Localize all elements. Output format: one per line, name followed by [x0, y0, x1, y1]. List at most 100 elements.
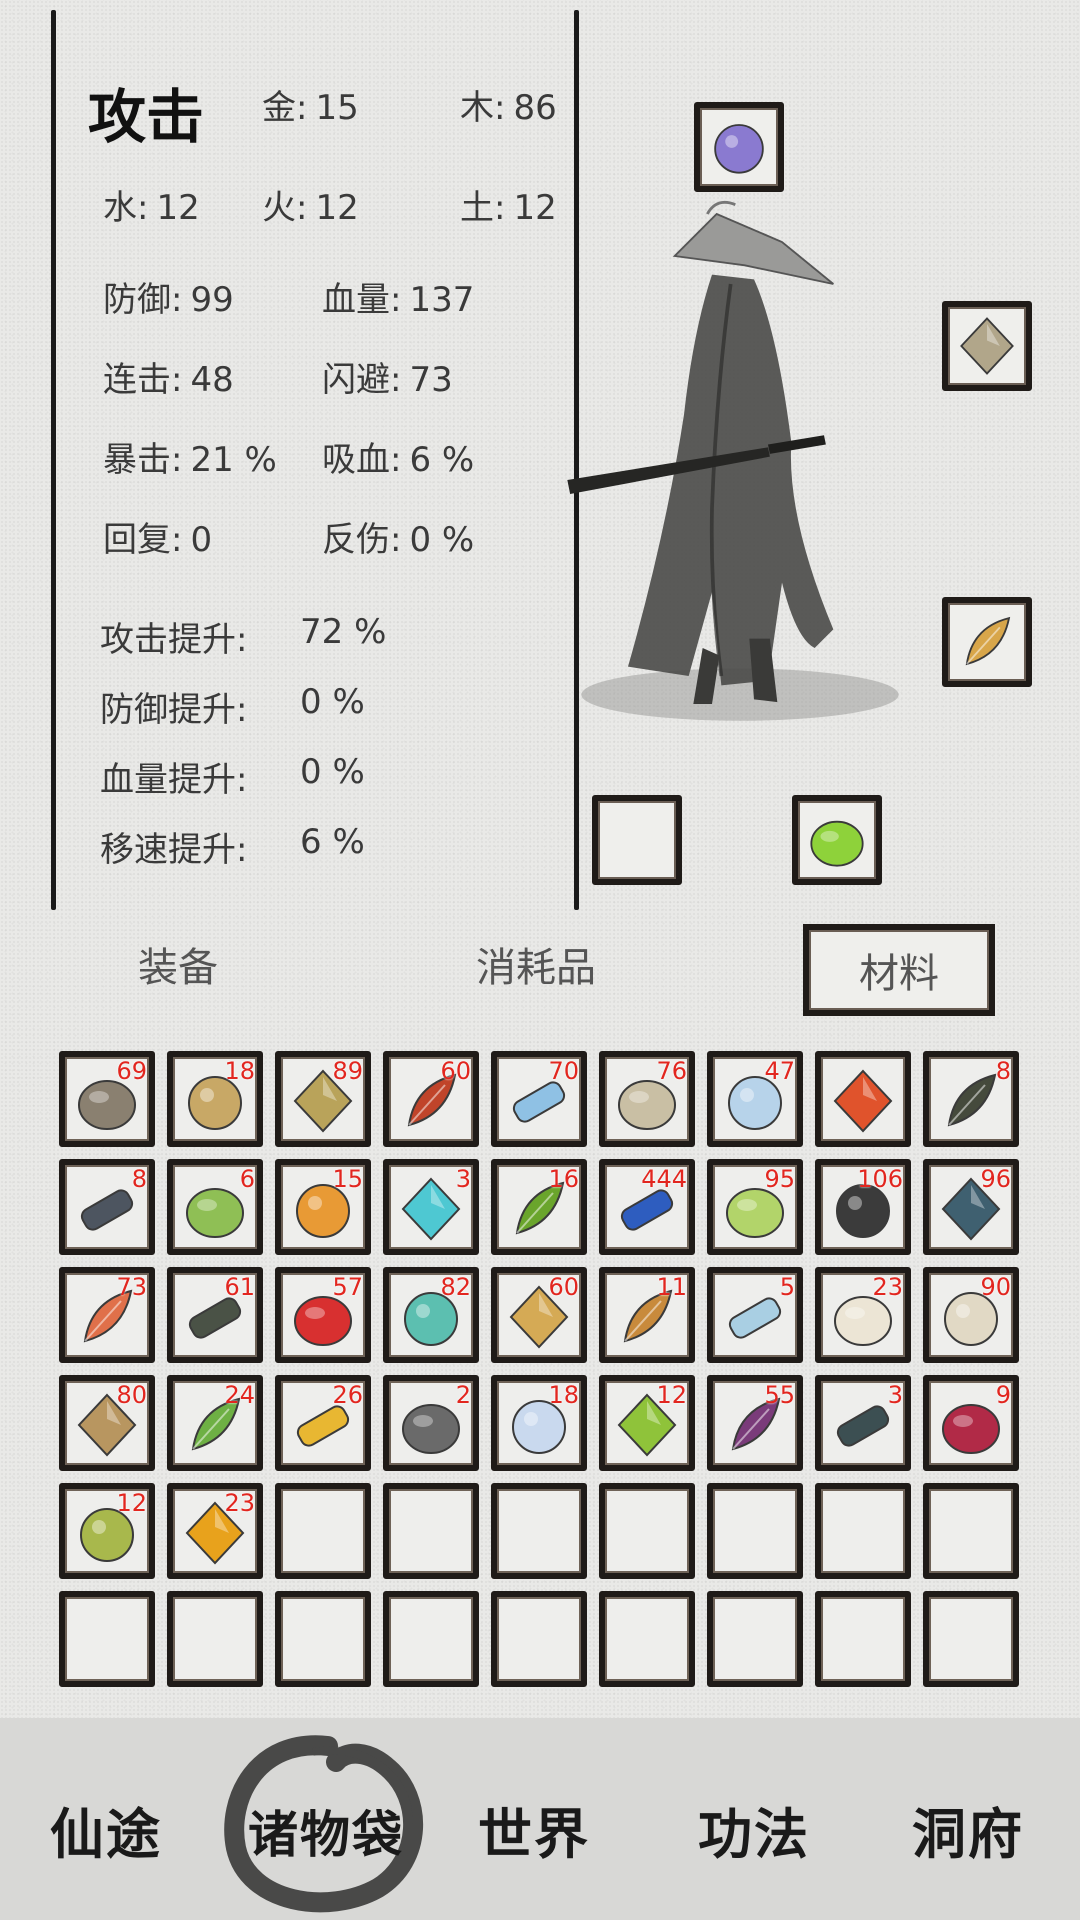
- stat-separator: :: [236, 690, 248, 730]
- item-count: 6: [239, 1165, 255, 1193]
- item-count: 9: [995, 1381, 1011, 1409]
- inventory-slot[interactable]: 76: [599, 1051, 695, 1147]
- inventory-slot[interactable]: 82: [383, 1267, 479, 1363]
- inventory-slot[interactable]: 70: [491, 1051, 587, 1147]
- equipment-slot-top[interactable]: [694, 102, 784, 192]
- inventory-slot[interactable]: 3: [383, 1159, 479, 1255]
- stat-mu: 木: 86: [460, 80, 557, 129]
- stat-value: 0 %: [300, 682, 365, 722]
- inventory-slot[interactable]: 444: [599, 1159, 695, 1255]
- inventory-slot[interactable]: 18: [491, 1375, 587, 1471]
- stat-value: 15: [315, 88, 359, 128]
- inventory-slot[interactable]: 57: [275, 1267, 371, 1363]
- tab-equipment[interactable]: 装备: [138, 935, 218, 993]
- stat-shanbi: 闪避: 73: [322, 352, 453, 401]
- inventory-slot[interactable]: 95: [707, 1159, 803, 1255]
- inventory-slot[interactable]: 6: [167, 1159, 263, 1255]
- stat-fangyu: 防御: 99: [103, 272, 234, 321]
- stat-jin: 金: 15: [262, 80, 359, 129]
- inventory-slot[interactable]: 96: [923, 1159, 1019, 1255]
- inventory-slot[interactable]: 60: [383, 1051, 479, 1147]
- stat-value: 99: [190, 280, 234, 320]
- inventory-slot[interactable]: [599, 1483, 695, 1579]
- inventory-slot[interactable]: [383, 1591, 479, 1687]
- inventory-slot[interactable]: [275, 1483, 371, 1579]
- nav-gongfa[interactable]: 功法: [698, 1790, 810, 1869]
- tab-consumables[interactable]: 消耗品: [476, 935, 596, 993]
- inventory-slot[interactable]: 12: [599, 1375, 695, 1471]
- inventory-slot[interactable]: [491, 1483, 587, 1579]
- item-count: 12: [656, 1381, 687, 1409]
- inventory-slot[interactable]: 69: [59, 1051, 155, 1147]
- inventory-slot[interactable]: 55: [707, 1375, 803, 1471]
- inventory-slot[interactable]: [923, 1591, 1019, 1687]
- inventory-slot[interactable]: 47: [707, 1051, 803, 1147]
- inventory-slot[interactable]: [491, 1591, 587, 1687]
- inventory-slot[interactable]: 3: [815, 1375, 911, 1471]
- boots-icon: [804, 807, 870, 873]
- inventory-slot[interactable]: [707, 1591, 803, 1687]
- equipment-slot-right-top[interactable]: [942, 301, 1032, 391]
- inventory-slot[interactable]: 60: [491, 1267, 587, 1363]
- inventory-slot[interactable]: 24: [167, 1375, 263, 1471]
- inventory-slot[interactable]: 23: [167, 1483, 263, 1579]
- item-count: 96: [980, 1165, 1011, 1193]
- item-count: 18: [224, 1057, 255, 1085]
- inventory-slot[interactable]: [599, 1591, 695, 1687]
- inventory-slot[interactable]: [167, 1591, 263, 1687]
- inventory-slot[interactable]: 2: [383, 1375, 479, 1471]
- stat-fangyu-up: 防御提升: 0 %: [100, 682, 365, 731]
- nav-xiantu[interactable]: 仙途: [50, 1790, 162, 1869]
- nav-dongfu[interactable]: 洞府: [912, 1790, 1024, 1869]
- inventory-slot[interactable]: 61: [167, 1267, 263, 1363]
- stat-separator: :: [494, 88, 506, 128]
- inventory-slot[interactable]: 8: [59, 1159, 155, 1255]
- item-count: 73: [116, 1273, 147, 1301]
- item-count: 24: [224, 1381, 255, 1409]
- inventory-slot[interactable]: 5: [707, 1267, 803, 1363]
- inventory-slot[interactable]: [815, 1051, 911, 1147]
- tab-materials[interactable]: 材料: [803, 924, 995, 1016]
- item-count: 8: [131, 1165, 147, 1193]
- inventory-slot[interactable]: 16: [491, 1159, 587, 1255]
- inventory-slot[interactable]: [923, 1483, 1019, 1579]
- nav-shijie[interactable]: 世界: [478, 1790, 590, 1869]
- inventory-slot[interactable]: 106: [815, 1159, 911, 1255]
- inventory-slot[interactable]: 90: [923, 1267, 1019, 1363]
- equipment-slot-bottom-right[interactable]: [792, 795, 882, 885]
- inventory-slot[interactable]: [275, 1591, 371, 1687]
- inventory-slot[interactable]: 26: [275, 1375, 371, 1471]
- inventory-slot[interactable]: [707, 1483, 803, 1579]
- inventory-slot[interactable]: 18: [167, 1051, 263, 1147]
- stat-xixue: 吸血: 6 %: [322, 432, 474, 481]
- inventory-slot[interactable]: [383, 1483, 479, 1579]
- item-count: 76: [656, 1057, 687, 1085]
- item-count: 23: [872, 1273, 903, 1301]
- inventory-slot[interactable]: 89: [275, 1051, 371, 1147]
- inventory-slot[interactable]: 9: [923, 1375, 1019, 1471]
- inventory-slot[interactable]: [815, 1591, 911, 1687]
- stat-separator: :: [390, 440, 402, 480]
- nav-zhuwudai[interactable]: 诸物袋: [248, 1795, 404, 1867]
- stat-separator: :: [236, 830, 248, 870]
- vase-icon: [954, 609, 1020, 675]
- equipment-slot-bottom-left[interactable]: [592, 795, 682, 885]
- item-count: 47: [764, 1057, 795, 1085]
- inventory-slot[interactable]: 12: [59, 1483, 155, 1579]
- item-count: 90: [980, 1273, 1011, 1301]
- inventory-slot[interactable]: 73: [59, 1267, 155, 1363]
- inventory-slot[interactable]: [815, 1483, 911, 1579]
- inventory-slot[interactable]: 23: [815, 1267, 911, 1363]
- inventory-slot[interactable]: 8: [923, 1051, 1019, 1147]
- inventory-slot[interactable]: 11: [599, 1267, 695, 1363]
- inventory-slot[interactable]: [59, 1591, 155, 1687]
- item-count: 8: [995, 1057, 1011, 1085]
- stat-gongji-up: 攻击提升: 72 %: [100, 612, 386, 661]
- stat-shui: 水: 12: [103, 180, 200, 229]
- inventory-slot[interactable]: 80: [59, 1375, 155, 1471]
- equipment-slot-right-mid[interactable]: [942, 597, 1032, 687]
- stat-label: 金: [262, 88, 296, 128]
- stat-huifu: 回复: 0: [103, 512, 212, 561]
- inventory-slot[interactable]: 15: [275, 1159, 371, 1255]
- item-count: 57: [332, 1273, 363, 1301]
